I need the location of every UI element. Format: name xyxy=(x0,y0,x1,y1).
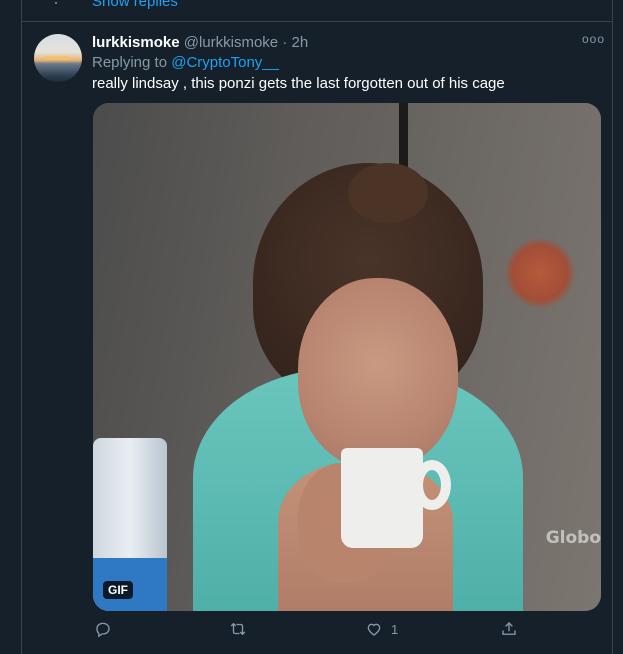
tweet-header: lurkkismoke @lurkkismoke · 2h xyxy=(92,34,308,52)
timestamp[interactable]: 2h xyxy=(291,34,308,51)
tweet-actions: 1 xyxy=(92,620,602,644)
user-handle[interactable]: @lurkkismoke xyxy=(184,34,278,51)
reply-icon xyxy=(96,622,110,638)
gif-media[interactable]: Globo GIF xyxy=(93,103,601,611)
thread-connector xyxy=(55,0,57,12)
replying-to: Replying to @CryptoTony__ xyxy=(92,54,279,71)
separator-dot: · xyxy=(282,34,288,51)
retweet-icon xyxy=(230,622,246,636)
timeline-column: Show replies lurkkismoke @lurkkismoke · … xyxy=(21,0,613,654)
mention-link[interactable]: @CryptoTony__ xyxy=(171,54,279,71)
tweet-text: really lindsay , this ponzi gets the las… xyxy=(92,75,505,92)
reply-button[interactable] xyxy=(94,620,120,638)
like-button[interactable]: 1 xyxy=(365,620,398,638)
media-watermark: Globo xyxy=(545,528,601,548)
show-replies-link[interactable]: Show replies xyxy=(92,0,178,10)
heart-icon xyxy=(367,623,381,636)
gif-badge: GIF xyxy=(103,581,133,599)
replying-label: Replying to xyxy=(92,54,168,71)
display-name[interactable]: lurkkismoke xyxy=(92,34,180,51)
share-button[interactable] xyxy=(500,620,526,638)
avatar[interactable] xyxy=(34,34,82,82)
divider xyxy=(22,21,612,22)
like-count: 1 xyxy=(391,621,399,637)
share-icon xyxy=(502,622,516,635)
more-options-icon[interactable]: ooo xyxy=(582,32,605,46)
retweet-button[interactable] xyxy=(229,620,255,638)
